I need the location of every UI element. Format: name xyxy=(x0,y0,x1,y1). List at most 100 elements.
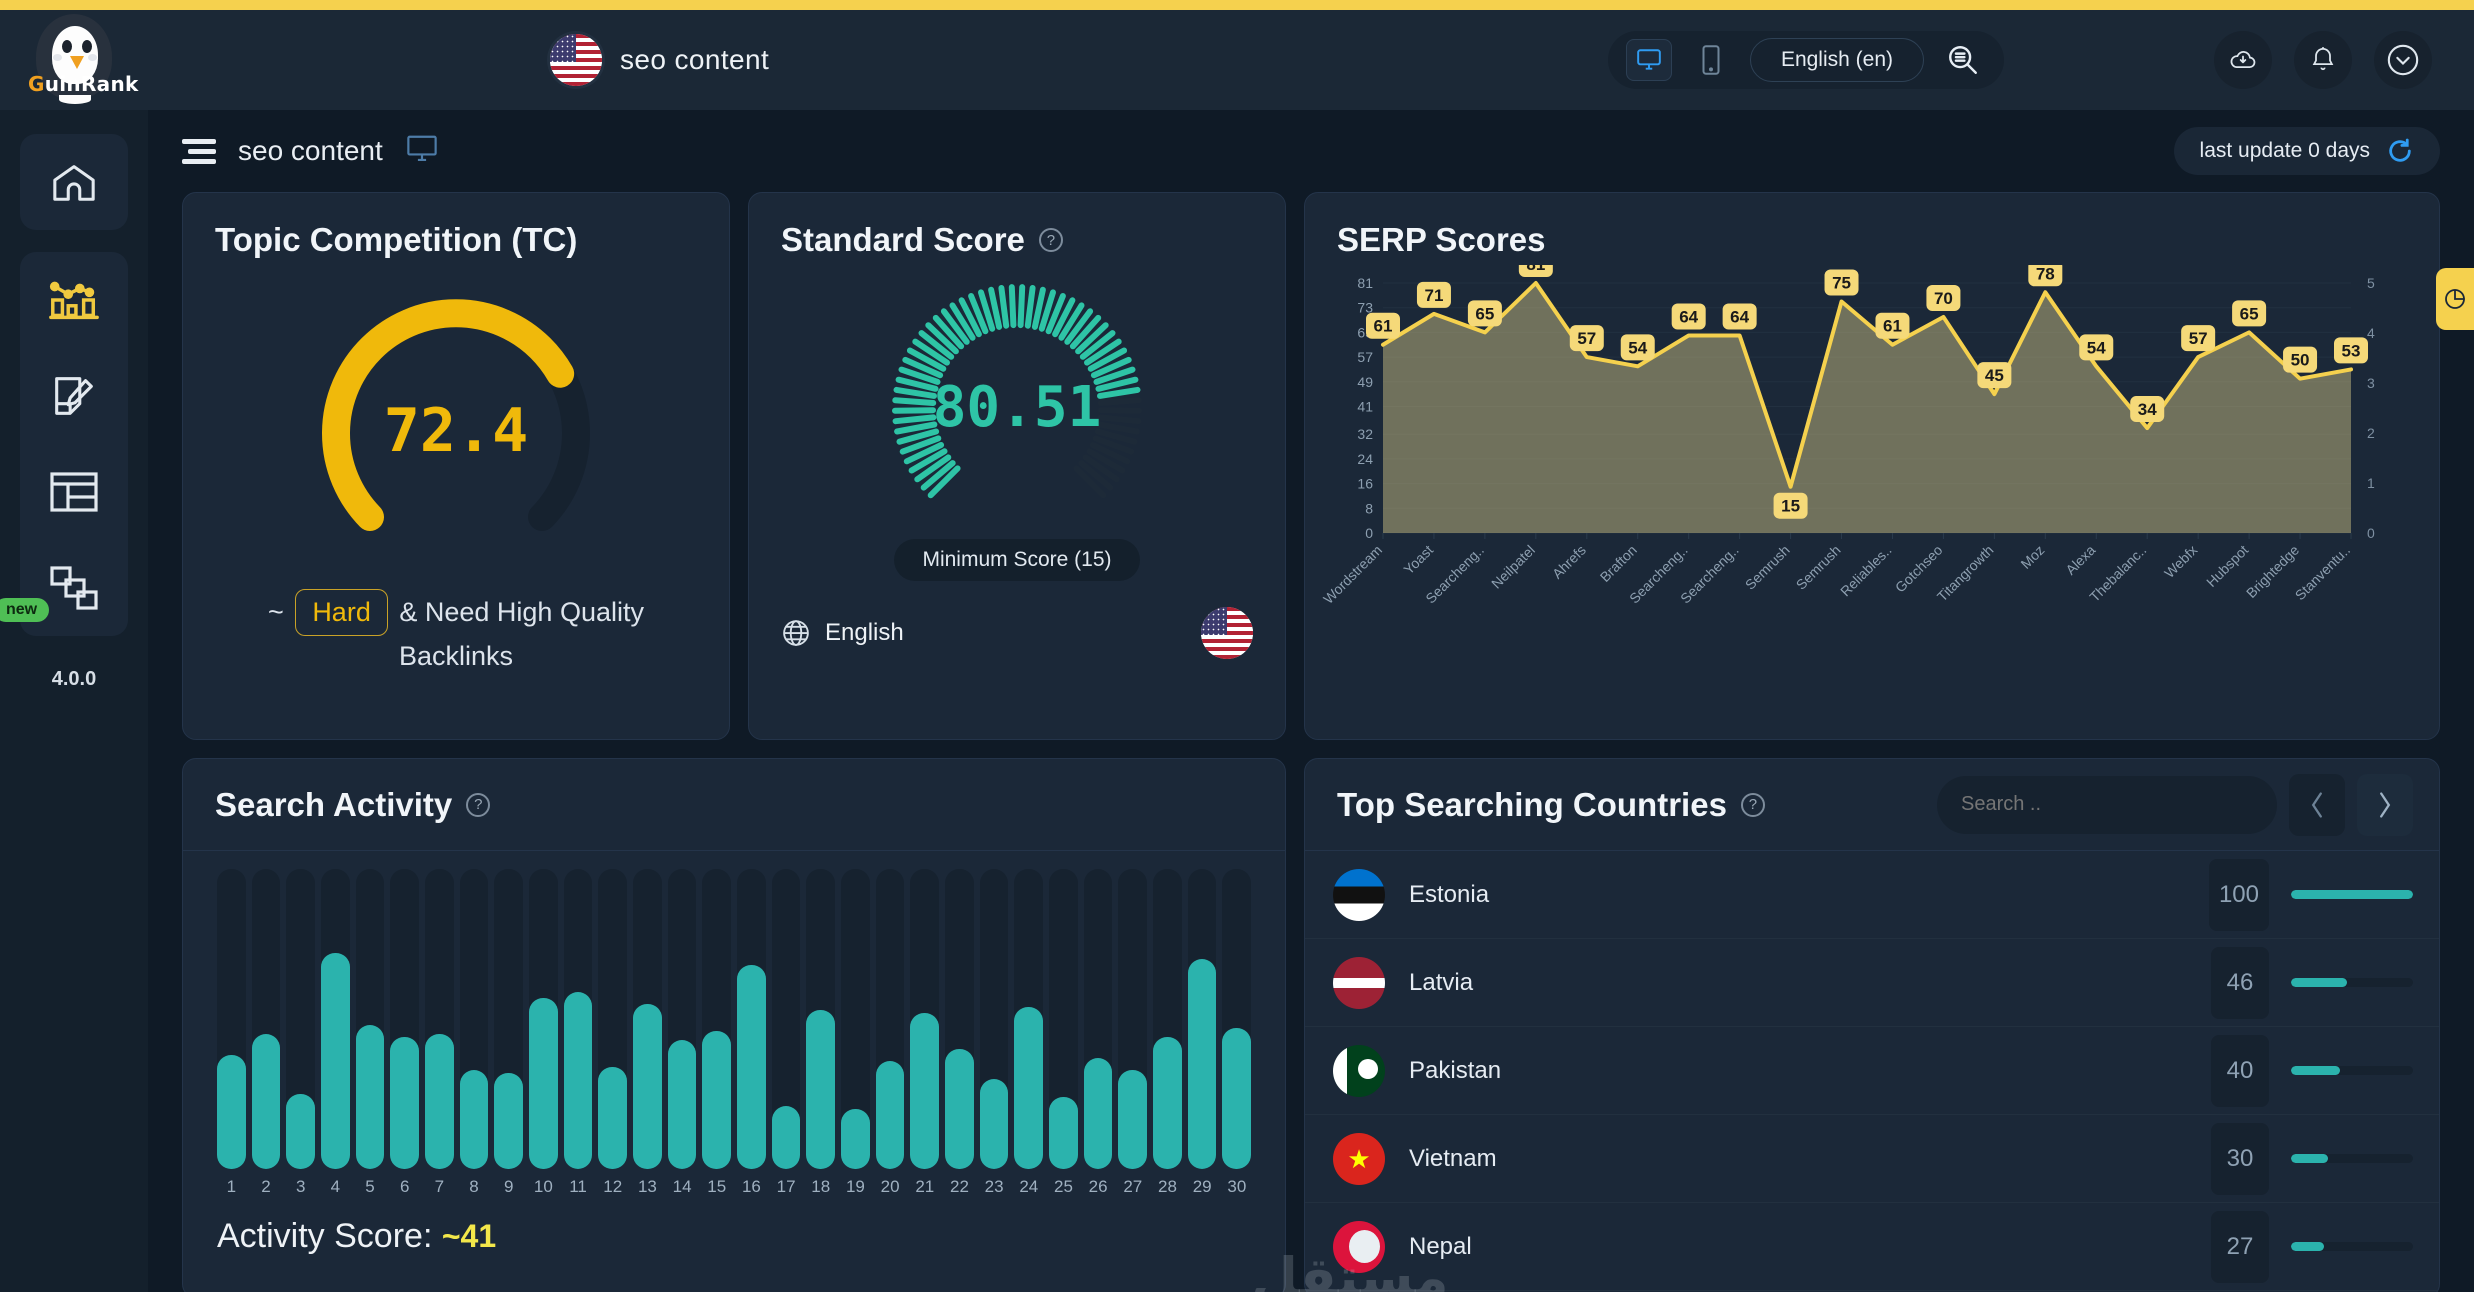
svg-text:65: 65 xyxy=(2240,304,2259,323)
country-name: Vietnam xyxy=(1409,1144,1497,1172)
activity-x-label: 9 xyxy=(503,1177,514,1196)
topic-competition-card: Topic Competition (TC) 72.4 ~ Hard & Nee… xyxy=(182,192,730,740)
svg-text:Semrush: Semrush xyxy=(1742,542,1793,593)
page-subheader: seo content last update 0 days xyxy=(182,110,2440,192)
activity-x-label: 1 xyxy=(226,1177,237,1196)
country-row[interactable]: Nepal 27 xyxy=(1305,1203,2439,1291)
activity-bar xyxy=(633,869,662,1169)
svg-text:Wordstream: Wordstream xyxy=(1320,542,1385,607)
svg-text:Reliables..: Reliables.. xyxy=(1837,542,1895,600)
country-name: Estonia xyxy=(1409,880,1490,908)
activity-x-label: 3 xyxy=(295,1177,306,1196)
svg-text:64: 64 xyxy=(1679,307,1698,326)
tc-suffix: & Need High Quality Backlinks xyxy=(398,597,644,671)
pie-chart-icon[interactable] xyxy=(2436,268,2474,330)
serp-scores-chart: 0816243241495765738101234561716581575464… xyxy=(1305,251,2439,670)
activity-x-label: 6 xyxy=(399,1177,410,1196)
desktop-icon[interactable] xyxy=(1625,39,1672,81)
country-bar xyxy=(2291,1242,2413,1251)
activity-x-label: 29 xyxy=(1192,1177,1212,1196)
svg-text:81: 81 xyxy=(1526,265,1545,274)
last-update-button[interactable]: last update 0 days xyxy=(2173,127,2440,175)
country-row[interactable]: ★ Vietnam 30 xyxy=(1305,1115,2439,1203)
standard-score-gauge: 80.51 xyxy=(882,277,1152,537)
topic-competition-title: Topic Competition (TC) xyxy=(215,221,578,258)
cloud-download-icon[interactable] xyxy=(2214,31,2272,89)
bell-icon[interactable] xyxy=(2294,31,2352,89)
standard-score-value: 80.51 xyxy=(932,374,1102,440)
svg-text:Neilpatel: Neilpatel xyxy=(1488,542,1538,592)
sidebar-item-home[interactable] xyxy=(20,134,128,230)
svg-text:57: 57 xyxy=(1577,329,1596,348)
country-bar xyxy=(2291,1154,2413,1163)
country-row[interactable]: Pakistan 40 xyxy=(1305,1027,2439,1115)
activity-bar xyxy=(598,869,628,1169)
activity-x-label: 27 xyxy=(1123,1177,1143,1196)
mobile-icon[interactable] xyxy=(1688,39,1734,81)
refresh-icon xyxy=(2389,138,2411,162)
activity-bar xyxy=(702,869,732,1169)
activity-x-label: 8 xyxy=(469,1177,479,1196)
activity-x-label: 14 xyxy=(672,1177,692,1196)
hamburger-icon[interactable] xyxy=(182,138,216,164)
us-flag-icon xyxy=(1201,607,1253,659)
svg-text:54: 54 xyxy=(1628,338,1647,357)
sidebar-item-content-editor[interactable] xyxy=(20,348,128,444)
activity-bar xyxy=(494,869,524,1169)
svg-text:Semrush: Semrush xyxy=(1793,542,1844,593)
sidebar-item-clusters[interactable]: new xyxy=(0,540,128,636)
activity-bar xyxy=(529,869,558,1169)
country-value: 30 xyxy=(2211,1122,2269,1195)
country-bar xyxy=(2291,1066,2413,1075)
activity-x-label: 30 xyxy=(1227,1177,1247,1196)
app-version: 4.0.0 xyxy=(51,668,97,690)
svg-text:Alexa: Alexa xyxy=(2062,542,2098,578)
svg-text:24: 24 xyxy=(1357,451,1373,467)
svg-text:1: 1 xyxy=(2367,475,2375,491)
activity-x-label: 17 xyxy=(776,1177,796,1196)
search-activity-card: Search Activity ? 1 2 3 4 5 6 7 8 9 10 11 12 13 14 15 1… xyxy=(182,758,1286,1292)
search-activity-title: Search Activity xyxy=(215,785,453,823)
svg-text:Hubspot: Hubspot xyxy=(2203,542,2251,590)
country-bar xyxy=(2291,890,2413,899)
metrics-row: Topic Competition (TC) 72.4 ~ Hard & Nee… xyxy=(182,192,2440,740)
activity-x-label: 18 xyxy=(811,1177,831,1196)
activity-score-value: ~41 xyxy=(441,1218,497,1254)
activity-bar xyxy=(321,869,350,1169)
question-icon[interactable]: ? xyxy=(1740,792,1765,817)
svg-text:49: 49 xyxy=(1357,374,1373,390)
question-icon[interactable]: ? xyxy=(466,792,491,817)
standard-score-language: English xyxy=(825,619,904,646)
project-flag-icon xyxy=(550,34,602,86)
project-title: seo content xyxy=(620,44,770,75)
brand-initial: G xyxy=(28,72,45,96)
search-list-icon[interactable] xyxy=(1940,39,1986,81)
language-selector[interactable]: English (en) xyxy=(1749,38,1924,82)
prev-page-button[interactable] xyxy=(2289,773,2345,836)
activity-x-label: 16 xyxy=(741,1177,761,1196)
activity-x-label: 28 xyxy=(1158,1177,1177,1196)
country-row[interactable]: Estonia 100 xyxy=(1305,851,2439,939)
activity-bar xyxy=(217,869,246,1169)
sidebar-item-tables[interactable] xyxy=(20,444,128,540)
serp-scores-title: SERP Scores xyxy=(1337,221,1546,258)
next-page-button[interactable] xyxy=(2357,773,2413,836)
activity-bar xyxy=(1049,869,1078,1169)
activity-bar xyxy=(1014,869,1044,1169)
sidebar-group-primary xyxy=(20,134,128,230)
activity-x-label: 4 xyxy=(330,1177,341,1196)
activity-bar xyxy=(563,869,593,1169)
question-icon[interactable]: ? xyxy=(1038,228,1063,252)
svg-text:75: 75 xyxy=(1832,274,1851,293)
countries-search-input[interactable] xyxy=(1937,775,2277,834)
svg-text:Webfx: Webfx xyxy=(2161,542,2200,581)
activity-bar xyxy=(251,869,281,1169)
desktop-icon[interactable] xyxy=(405,134,439,169)
page-title: seo content xyxy=(238,135,383,166)
countries-list: Estonia 100 Latvia 46 Pakistan 40 ★ Viet… xyxy=(1305,851,2439,1291)
country-row[interactable]: Latvia 46 xyxy=(1305,939,2439,1027)
chevron-down-circle-icon[interactable] xyxy=(2374,31,2432,89)
sidebar-item-analytics[interactable] xyxy=(20,252,128,348)
app-logo[interactable]: GuinRank xyxy=(0,10,148,110)
country-name: Pakistan xyxy=(1409,1056,1502,1084)
